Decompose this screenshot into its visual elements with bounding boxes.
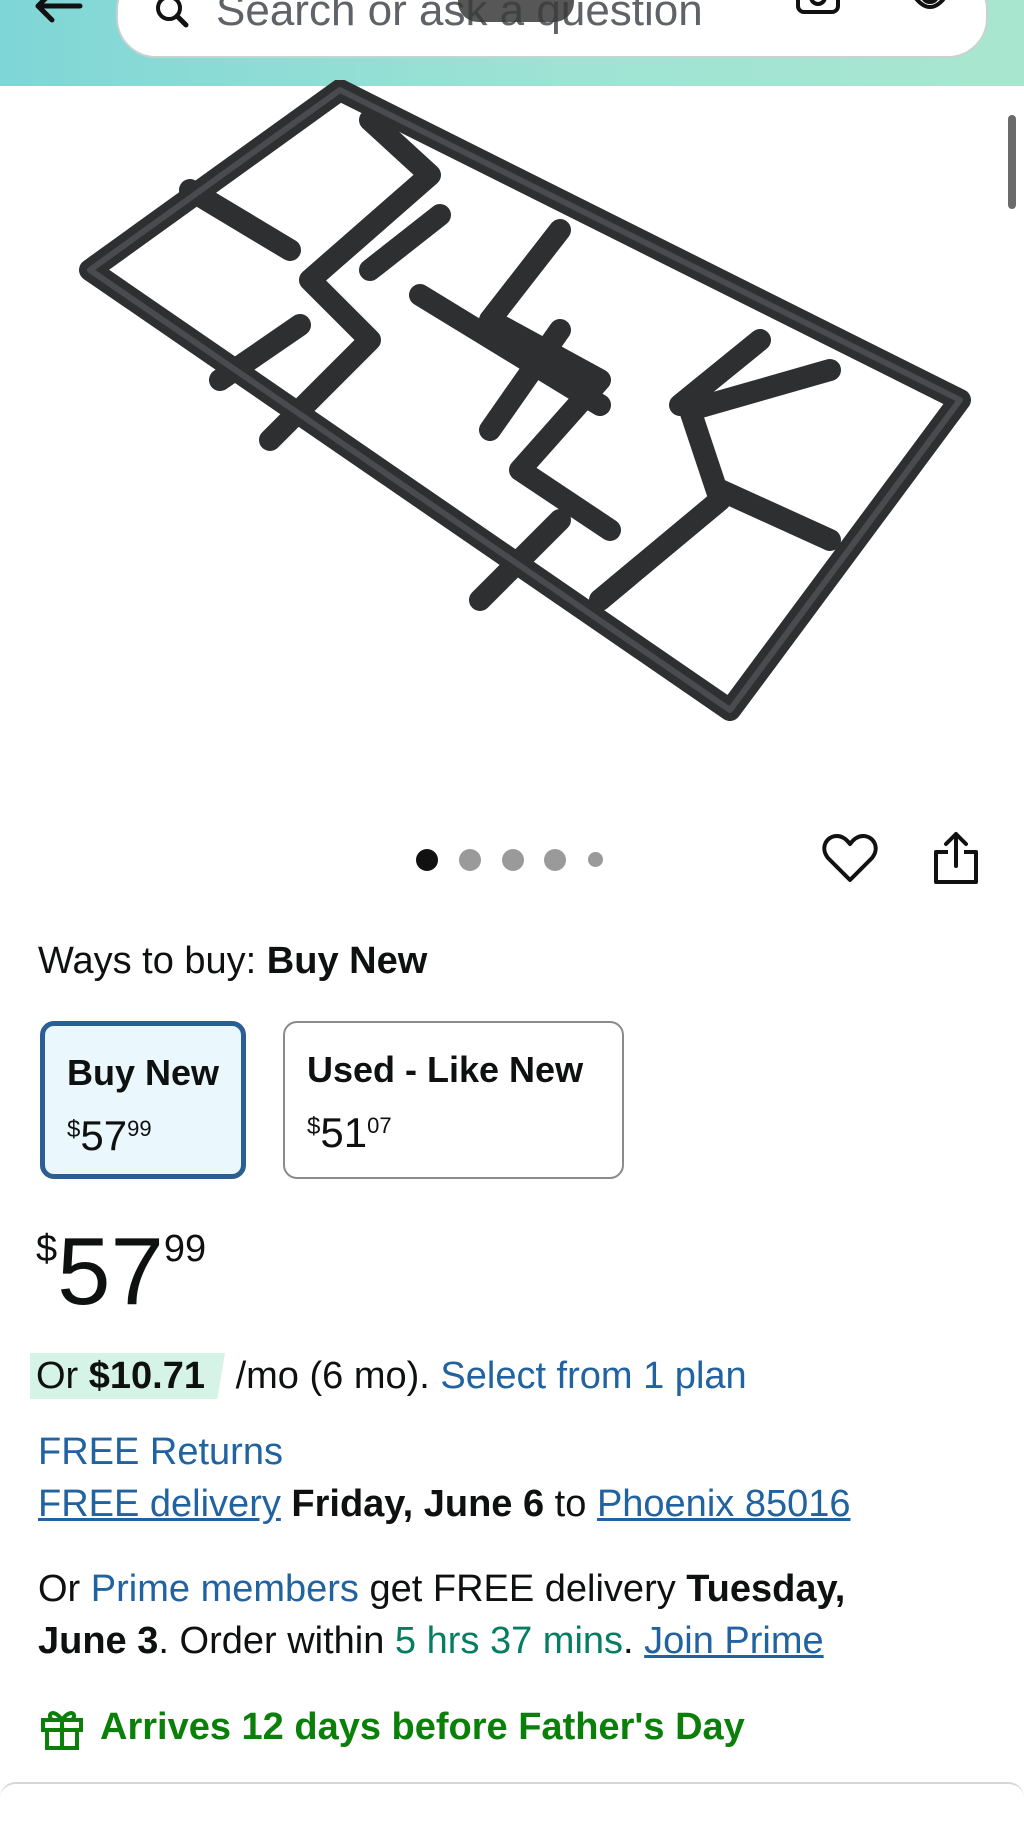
redaction-blob — [458, 0, 574, 22]
pager-dot[interactable] — [459, 849, 481, 871]
pager-dot[interactable] — [502, 849, 524, 871]
used-like-new-option[interactable]: Used - Like New $5107 — [283, 1021, 624, 1179]
scrollbar-thumb[interactable] — [1008, 115, 1016, 209]
ways-to-buy-selected: Buy New — [266, 940, 428, 982]
option-title: Buy New — [67, 1052, 220, 1093]
order-countdown: 5 hrs 37 mins — [394, 1620, 624, 1662]
share-icon[interactable] — [930, 830, 982, 886]
installment-offer: Or $10.71 /mo (6 mo). Select from 1 plan — [30, 1353, 747, 1399]
ways-to-buy: Ways to buy: Buy New — [38, 940, 427, 983]
back-arrow-icon[interactable] — [30, 0, 86, 26]
prime-members-link[interactable]: Prime members — [91, 1568, 359, 1610]
pager-dot-active[interactable] — [416, 849, 438, 871]
join-prime-link[interactable]: Join Prime — [644, 1620, 824, 1662]
camera-icon[interactable] — [794, 0, 842, 18]
pager-dot[interactable] — [544, 849, 566, 871]
top-header: Search or ask a question — [0, 0, 1024, 86]
buy-new-option[interactable]: Buy New $5799 — [40, 1021, 246, 1179]
delivery-date: Friday, June 6 — [280, 1483, 545, 1525]
microphone-icon[interactable] — [908, 0, 952, 22]
free-returns-link[interactable]: FREE Returns — [38, 1431, 283, 1474]
option-price: $5107 — [307, 1109, 392, 1156]
next-section-edge — [0, 1782, 1024, 1824]
search-icon — [156, 0, 189, 28]
product-image[interactable] — [40, 80, 980, 740]
product-price: $5799 — [36, 1218, 207, 1325]
location-link[interactable]: Phoenix 85016 — [597, 1483, 851, 1525]
free-delivery-link[interactable]: FREE delivery — [38, 1483, 281, 1525]
search-input[interactable]: Search or ask a question — [116, 0, 988, 58]
select-plan-link[interactable]: Select from 1 plan — [440, 1355, 746, 1397]
delivery-info: FREE delivery Friday, June 6 to Phoenix … — [38, 1483, 851, 1525]
installment-amount-highlight: Or $10.71 — [30, 1353, 226, 1399]
prime-delivery-line-2: June 3. Order within 5 hrs 37 mins. Join… — [38, 1620, 824, 1662]
prime-delivery-line-1: Or Prime members get FREE delivery Tuesd… — [38, 1568, 846, 1610]
gift-icon — [41, 1711, 83, 1750]
ways-to-buy-label: Ways to buy: — [38, 940, 257, 982]
pager-dot[interactable] — [588, 852, 603, 867]
heart-icon[interactable] — [822, 832, 878, 884]
option-price: $5799 — [67, 1112, 152, 1159]
option-title: Used - Like New — [307, 1049, 584, 1090]
gift-message: Arrives 12 days before Father's Day — [100, 1706, 745, 1748]
